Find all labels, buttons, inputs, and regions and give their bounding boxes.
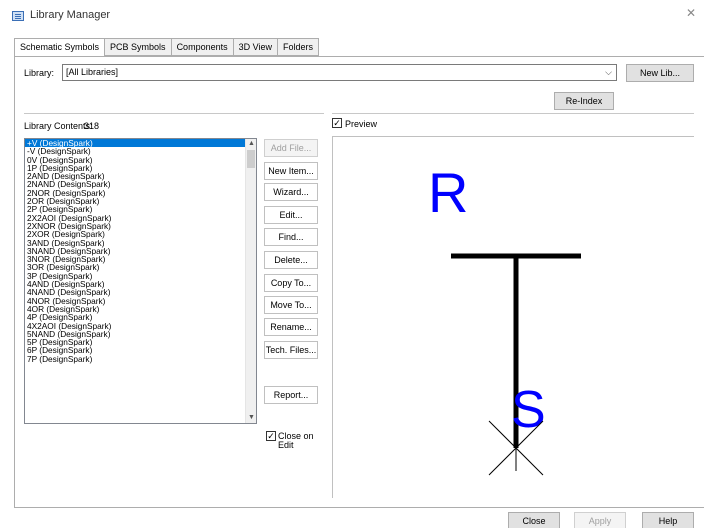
tab-schematic-symbols[interactable]: Schematic Symbols: [14, 38, 106, 57]
library-contents-label: Library Contents:: [24, 121, 93, 131]
list-scrollbar[interactable]: ▲ ▼: [245, 139, 256, 423]
scroll-up-icon[interactable]: ▲: [246, 139, 256, 149]
report-button[interactable]: Report...: [264, 386, 318, 404]
tech-files-button[interactable]: Tech. Files...: [264, 341, 318, 359]
symbol-glyph-r: R: [428, 161, 468, 224]
library-manager-icon: [12, 11, 24, 21]
symbol-list-items: +V (DesignSpark) -V (DesignSpark) 0V (Desi…: [25, 139, 256, 363]
preview-label: Preview: [345, 119, 378, 129]
preview-canvas: R S: [428, 161, 581, 476]
preview-checkbox[interactable]: ✓: [332, 118, 342, 128]
divider: [24, 113, 324, 114]
delete-button[interactable]: Delete...: [264, 251, 318, 269]
apply-button[interactable]: Apply: [574, 512, 626, 528]
tab-3d-view[interactable]: 3D View: [233, 38, 278, 56]
reindex-button[interactable]: Re-Index: [554, 92, 614, 110]
rename-button[interactable]: Rename...: [264, 318, 318, 336]
symbol-preview: R S: [332, 136, 694, 498]
tab-bar: Schematic Symbols PCB Symbols Components…: [14, 38, 319, 57]
window-title: Library Manager: [30, 9, 111, 21]
title-bar: Library Manager ✕: [0, 0, 704, 30]
tab-pcb-symbols[interactable]: PCB Symbols: [105, 38, 172, 56]
move-to-button[interactable]: Move To...: [264, 296, 318, 314]
chevron-down-icon[interactable]: ⌵: [605, 67, 612, 78]
wizard-button[interactable]: Wizard...: [264, 183, 318, 201]
close-on-edit-label-line2: Edit: [278, 440, 294, 450]
scroll-thumb[interactable]: [247, 150, 255, 168]
tab-components[interactable]: Components: [171, 38, 234, 56]
tab-folders[interactable]: Folders: [277, 38, 319, 56]
divider: [332, 113, 694, 114]
copy-to-button[interactable]: Copy To...: [264, 274, 318, 292]
help-button[interactable]: Help: [642, 512, 694, 528]
close-window-icon[interactable]: ✕: [684, 6, 698, 20]
new-item-button[interactable]: New Item...: [264, 162, 318, 180]
scroll-down-icon[interactable]: ▼: [246, 413, 256, 423]
close-on-edit-checkbox[interactable]: ✓: [266, 431, 276, 441]
list-item[interactable]: 7P (DesignSpark): [25, 354, 256, 363]
symbol-list[interactable]: +V (DesignSpark) -V (DesignSpark) 0V (Desi…: [24, 138, 257, 424]
add-file-button[interactable]: Add File...: [264, 139, 318, 157]
close-button[interactable]: Close: [508, 512, 560, 528]
library-contents-count: 318: [84, 121, 100, 131]
library-select[interactable]: [All Libraries] ⌵: [62, 64, 617, 81]
find-button[interactable]: Find...: [264, 228, 318, 246]
library-label: Library:: [24, 68, 55, 78]
new-lib-button[interactable]: New Lib...: [626, 64, 694, 82]
edit-button[interactable]: Edit...: [264, 206, 318, 224]
library-select-value: [All Libraries]: [66, 67, 119, 77]
